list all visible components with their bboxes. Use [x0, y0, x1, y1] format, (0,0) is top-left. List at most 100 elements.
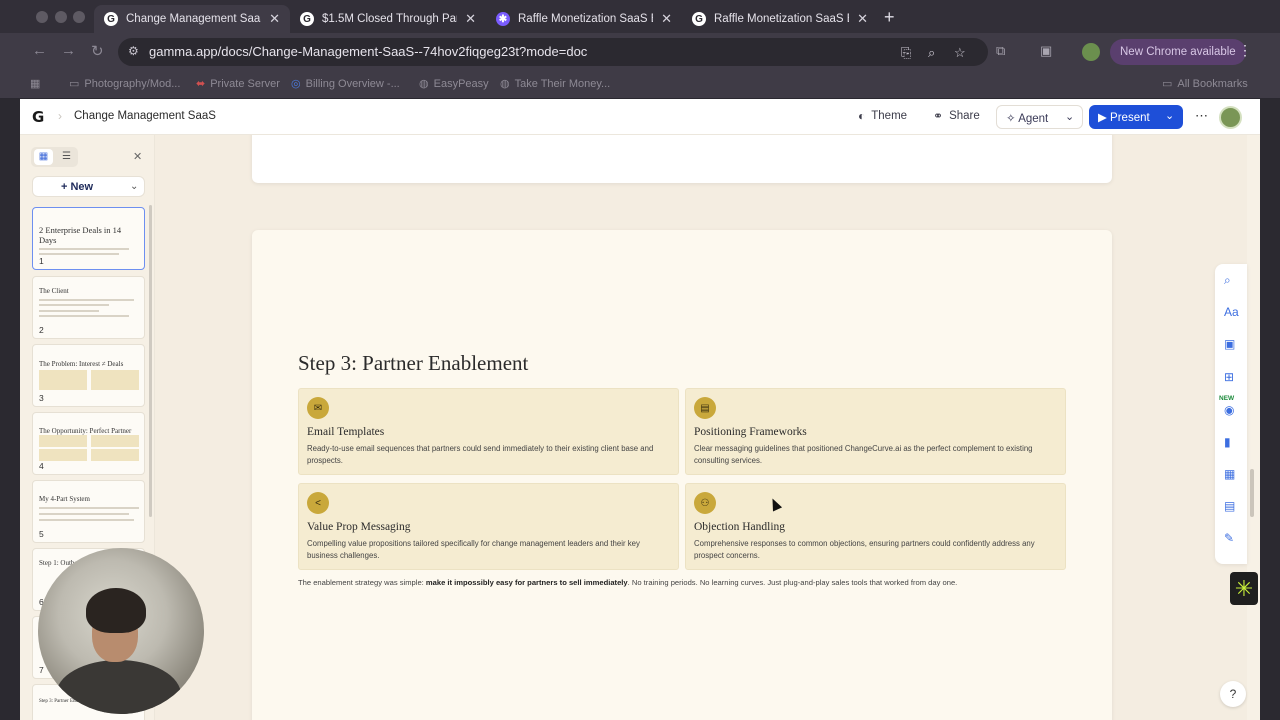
extensions-icon[interactable]: ⧉ — [996, 43, 1005, 59]
zoom-window-dot[interactable] — [73, 11, 85, 23]
tab-title: Raffle Monetization SaaS B2B — [518, 13, 653, 25]
ai-sparkle-icon[interactable]: ✳ — [1230, 572, 1258, 605]
present-button[interactable]: ▶ Present ⌄ — [1089, 105, 1183, 129]
address-bar[interactable]: ⚙ gamma.app/docs/Change-Management-SaaS-… — [118, 38, 988, 66]
thumbnail-view-icon[interactable]: ▦ — [34, 149, 53, 165]
minimize-window-dot[interactable] — [55, 11, 67, 23]
feature-title: Value Prop Messaging — [307, 521, 411, 533]
feature-title: Objection Handling — [694, 521, 786, 533]
close-tab-icon[interactable]: ✕ — [269, 11, 280, 27]
share-button[interactable]: ⚭ Share — [933, 109, 980, 123]
text-style-icon[interactable]: Aa — [1224, 305, 1239, 319]
slide-title: 2 Enterprise Deals in 14 Days — [39, 225, 122, 245]
bookmark-easypeasy[interactable]: ◍ EasyPeasy — [419, 77, 489, 91]
edit-icon[interactable]: ✎ — [1224, 531, 1234, 545]
feature-title: Email Templates — [307, 426, 385, 438]
folder-icon: ▭ — [1162, 78, 1173, 90]
slide-thumbnail-3[interactable]: The Problem: Interest ≠ Deals 3 — [32, 344, 145, 407]
bookmark-take-their-money[interactable]: ◍ Take Their Money... — [500, 77, 611, 91]
bookmark-photography[interactable]: ▭ Photography/Mod... — [69, 77, 180, 91]
close-panel-icon[interactable]: ✕ — [133, 150, 142, 163]
gamma-logo[interactable]: G — [32, 108, 44, 126]
present-label: Present — [1110, 112, 1150, 124]
chart-icon[interactable]: ▮ — [1224, 435, 1231, 449]
zoom-icon[interactable]: ⌕ — [928, 45, 935, 61]
chevron-down-icon[interactable]: ⌄ — [1065, 110, 1074, 123]
browser-tab-2[interactable]: G $1.5M Closed Through Partne ✕ — [290, 5, 486, 33]
feature-positioning-frameworks: ▤ Positioning Frameworks Clear messaging… — [685, 388, 1066, 475]
apps-grid-icon[interactable]: ▦ — [30, 77, 40, 90]
bookmark-label: All Bookmarks — [1177, 77, 1248, 90]
list-view-icon[interactable]: ☰ — [57, 149, 76, 165]
chevron-down-icon[interactable]: ⌄ — [130, 181, 138, 192]
doc-title[interactable]: Change Management SaaS — [74, 110, 216, 122]
gamma-icon: G — [692, 12, 706, 26]
slide-number: 4 — [39, 461, 44, 471]
breadcrumb-chevron-icon: › — [58, 109, 62, 123]
new-label: New — [70, 181, 94, 193]
site-settings-icon[interactable]: ⚙ — [128, 44, 139, 58]
new-card-button[interactable]: + New ⌄ — [32, 176, 145, 197]
toggle-icon[interactable]: ◉ — [1224, 403, 1234, 417]
app-header: G › Change Management SaaS ◐ Theme ⚭ Sha… — [20, 99, 1260, 135]
layout-icon[interactable]: ▤ — [1224, 499, 1235, 513]
gamma-app: G › Change Management SaaS ◐ Theme ⚭ Sha… — [20, 99, 1260, 720]
browser-menu-icon[interactable]: ⋮ — [1238, 42, 1252, 59]
forward-icon[interactable]: → — [61, 42, 76, 59]
new-tab-button[interactable]: + — [884, 7, 895, 28]
bookmark-private-server[interactable]: ⬌ Private Server — [196, 77, 280, 91]
bookmark-label: Take Their Money... — [514, 77, 611, 90]
close-tab-icon[interactable]: ✕ — [857, 11, 868, 27]
browser-tab-bar: G Change Management SaaS ✕ G $1.5M Close… — [0, 0, 1280, 33]
bookmark-star-icon[interactable]: ☆ — [954, 45, 966, 61]
slide-number: 2 — [39, 325, 44, 335]
table-icon[interactable]: ▦ — [1224, 467, 1235, 481]
bookmark-label: Billing Overview -... — [305, 77, 400, 90]
link-icon: ⚭ — [933, 109, 944, 123]
close-window-dot[interactable] — [36, 11, 48, 23]
install-app-icon[interactable]: ⎘ — [901, 45, 911, 61]
feature-title: Positioning Frameworks — [694, 426, 807, 438]
slide-thumbnail-4[interactable]: The Opportunity: Perfect Partner Alignme… — [32, 412, 145, 475]
note-prefix: The enablement strategy was simple: — [298, 578, 426, 587]
search-icon[interactable]: ⌕ — [1224, 273, 1231, 288]
theme-button[interactable]: ◐ Theme — [858, 109, 907, 123]
back-icon[interactable]: ← — [32, 42, 47, 59]
slide-title: The Client — [39, 287, 69, 295]
side-panel-icon[interactable]: ▣ — [1040, 43, 1052, 59]
feature-objection-handling: ⚇ Objection Handling Comprehensive respo… — [685, 483, 1066, 570]
slide-thumbnail-1[interactable]: 2 Enterprise Deals in 14 Days 1 — [32, 207, 145, 270]
image-icon[interactable]: ▣ — [1224, 337, 1235, 351]
url-text[interactable]: gamma.app/docs/Change-Management-SaaS--7… — [149, 44, 587, 59]
more-options-icon[interactable]: ⋯ — [1195, 108, 1208, 124]
doc-canvas: Step 3: Partner Enablement ✉ Email Templ… — [155, 135, 1247, 720]
close-tab-icon[interactable]: ✕ — [661, 11, 672, 27]
feature-body: Clear messaging guidelines that position… — [694, 444, 1033, 465]
help-button[interactable]: ? — [1220, 681, 1246, 707]
bookmark-billing-overview[interactable]: ◎ Billing Overview -... — [291, 77, 400, 91]
browser-tab-3[interactable]: ✱ Raffle Monetization SaaS B2B ✕ — [486, 5, 682, 33]
billing-icon: ◎ — [291, 78, 301, 90]
user-avatar[interactable] — [1219, 106, 1242, 129]
new-chrome-available-button[interactable]: New Chrome available — [1110, 39, 1246, 65]
close-tab-icon[interactable]: ✕ — [465, 11, 476, 27]
card-partner-enablement: Step 3: Partner Enablement ✉ Email Templ… — [252, 230, 1112, 720]
reload-icon[interactable]: ↻ — [91, 42, 104, 60]
card-heading[interactable]: Step 3: Partner Enablement — [298, 351, 528, 376]
sparkle-icon: ✧ — [1006, 113, 1019, 125]
slide-thumbnail-5[interactable]: My 4-Part System 5 — [32, 480, 145, 543]
bookmark-label: Private Server — [210, 77, 280, 90]
feature-body: Ready-to-use email sequences that partne… — [307, 444, 654, 465]
canvas-scrollbar[interactable] — [1250, 469, 1254, 517]
add-block-icon[interactable]: ⊞ — [1224, 370, 1234, 384]
chevron-down-icon[interactable]: ⌄ — [1165, 109, 1174, 122]
slide-thumbnail-2[interactable]: The Client 2 — [32, 276, 145, 339]
agent-button[interactable]: ✧ Agent ⌄ — [996, 105, 1083, 129]
handshake-icon: ⚇ — [694, 492, 716, 514]
profile-avatar[interactable] — [1082, 43, 1100, 61]
browser-tab-1[interactable]: G Change Management SaaS ✕ — [94, 5, 290, 33]
all-bookmarks[interactable]: ▭ All Bookmarks — [1162, 77, 1248, 91]
browser-tab-4[interactable]: G Raffle Monetization SaaS B2B ✕ — [682, 5, 878, 33]
panel-scrollbar[interactable] — [149, 205, 152, 517]
envelope-icon: ✉ — [307, 397, 329, 419]
